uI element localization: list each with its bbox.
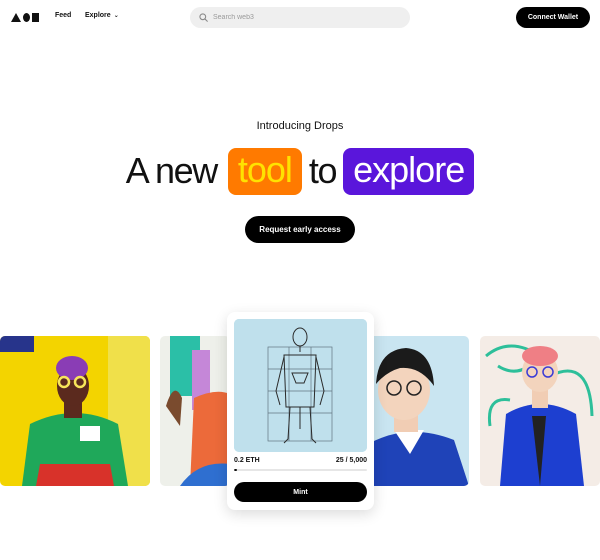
artwork-image	[234, 319, 367, 452]
mint-progress-bar	[234, 469, 367, 471]
artwork-image	[368, 336, 469, 486]
logo-triangle-icon	[11, 13, 21, 22]
search-input[interactable]	[213, 14, 393, 21]
headline-text-to: to	[308, 150, 338, 191]
hero-kicker: Introducing Drops	[256, 120, 344, 132]
search-icon	[199, 13, 208, 22]
logo[interactable]	[11, 13, 39, 22]
drop-price: 0.2 ETH	[234, 457, 260, 464]
featured-drop-card: 0.2 ETH 25 / 5,000 Mint	[227, 312, 374, 510]
hero-headline: A new tool to explore	[0, 147, 600, 195]
artwork-card-orange-figure[interactable]	[160, 336, 230, 486]
logo-square-icon	[32, 13, 39, 22]
headline-explore-highlight: explore	[343, 147, 475, 195]
search-bar[interactable]	[190, 7, 410, 28]
connect-wallet-button[interactable]: Connect Wallet	[516, 7, 590, 28]
nav-explore-label: Explore	[85, 12, 111, 19]
artwork-card-blue-jacket[interactable]	[480, 336, 600, 486]
artwork-card-glasses-portrait[interactable]	[368, 336, 469, 486]
request-early-access-button[interactable]: Request early access	[245, 216, 355, 243]
featured-artwork[interactable]	[234, 319, 367, 452]
mint-progress-fill	[234, 469, 237, 471]
artwork-image	[160, 336, 230, 486]
nav-feed-link[interactable]: Feed	[55, 12, 71, 19]
chevron-down-icon: ⌄	[113, 12, 119, 19]
mint-button[interactable]: Mint	[234, 482, 367, 502]
nav-explore-menu[interactable]: Explore ⌄	[85, 12, 119, 19]
logo-circle-icon	[23, 13, 30, 22]
top-nav: Feed Explore ⌄ Connect Wallet	[0, 0, 600, 36]
headline-tool-highlight: tool	[227, 147, 302, 195]
drop-supply-count: 25 / 5,000	[335, 457, 367, 464]
headline-text-a: A new	[125, 150, 218, 191]
artwork-image	[0, 336, 150, 486]
artwork-card-yellow-portrait[interactable]	[0, 336, 150, 486]
artwork-image	[480, 336, 600, 486]
